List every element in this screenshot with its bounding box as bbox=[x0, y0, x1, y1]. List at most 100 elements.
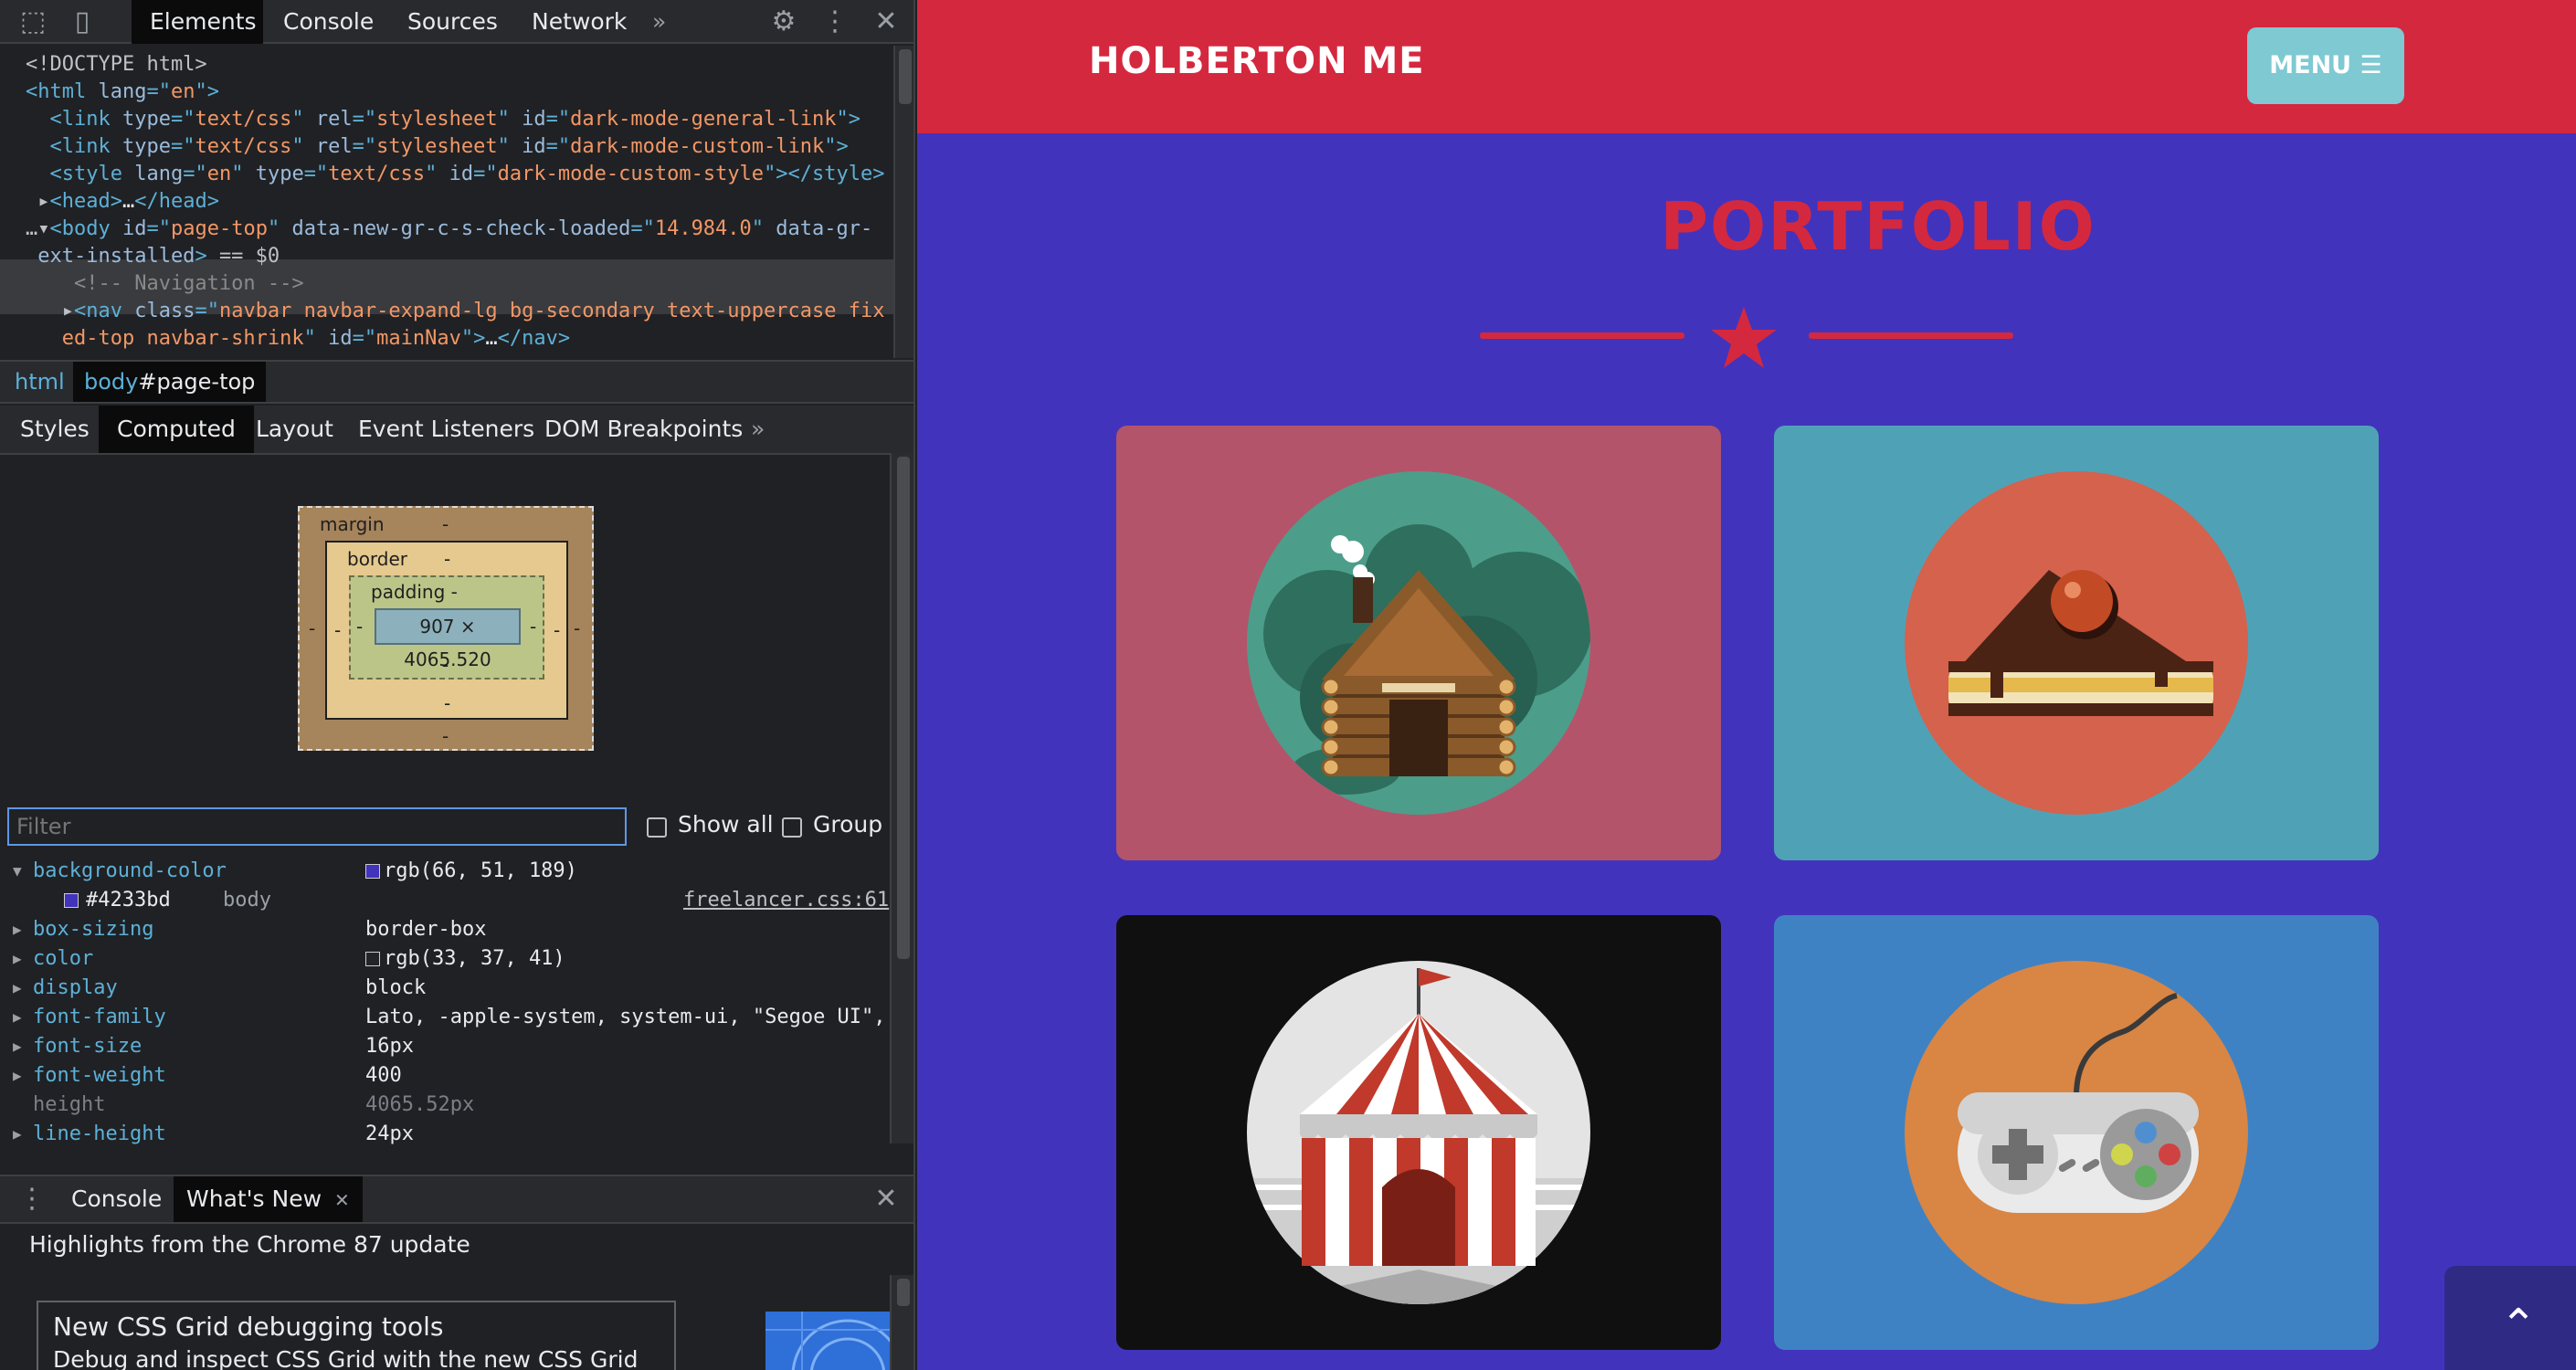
computed-property-row[interactable]: height 4065.52px bbox=[0, 1091, 893, 1120]
source-link[interactable]: freelancer.css:61 bbox=[683, 886, 889, 915]
filter-input[interactable] bbox=[7, 807, 627, 846]
expand-arrow-icon[interactable]: ▶ bbox=[13, 1032, 22, 1061]
tab-event-listeners[interactable]: Event Listeners bbox=[358, 406, 534, 453]
dom-tree-scrollbar[interactable] bbox=[893, 46, 913, 358]
breadcrumb-html[interactable]: html bbox=[15, 362, 65, 402]
computed-property-row[interactable]: ▶ line-height 24px bbox=[0, 1120, 893, 1149]
dom-tree[interactable]: <!DOCTYPE html> <html lang="en"> <link ty… bbox=[0, 46, 893, 356]
dom-node-line[interactable]: <link type="text/css" rel="stylesheet" i… bbox=[26, 106, 860, 133]
tab-styles[interactable]: Styles bbox=[20, 406, 90, 453]
tab-layout[interactable]: Layout bbox=[256, 406, 333, 453]
menu-button[interactable]: MENU ☰ bbox=[2247, 27, 2404, 104]
dom-node-line[interactable]: …▾<body id="page-top" data-new-gr-c-s-ch… bbox=[26, 216, 872, 243]
whats-new-card[interactable]: New CSS Grid debugging tools Debug and i… bbox=[37, 1301, 676, 1370]
expand-arrow-icon[interactable]: ▶ bbox=[13, 915, 22, 944]
dom-token: " bbox=[497, 135, 523, 158]
dom-token: <style bbox=[26, 163, 135, 185]
color-swatch[interactable] bbox=[64, 893, 79, 908]
dom-token: " bbox=[497, 108, 523, 131]
dom-token: navbar navbar-expand-lg bg-secondary tex… bbox=[218, 300, 885, 322]
expand-arrow-icon[interactable]: ▶ bbox=[13, 974, 22, 1003]
portfolio-item-circus[interactable] bbox=[1116, 915, 1721, 1350]
tab-elements[interactable]: Elements bbox=[132, 0, 263, 44]
drawer-menu-icon[interactable]: ⋮ bbox=[18, 1176, 46, 1222]
dom-token: text/css bbox=[195, 135, 292, 158]
drawer-tab-console[interactable]: Console bbox=[71, 1176, 162, 1222]
device-toolbar-icon[interactable]: ▯ bbox=[66, 0, 99, 44]
dom-node-line[interactable]: <html lang="en"> bbox=[26, 79, 219, 106]
dom-token: "> bbox=[836, 108, 861, 131]
computed-property-row[interactable]: ▼ background-color rgb(66, 51, 189) bbox=[0, 857, 893, 886]
color-swatch[interactable] bbox=[365, 864, 380, 879]
collapse-arrow-icon[interactable]: ▼ bbox=[13, 857, 22, 886]
tab-computed[interactable]: Computed bbox=[99, 406, 254, 453]
computed-property-row[interactable]: ▶ font-family Lato, -apple-system, system-… bbox=[0, 1003, 893, 1032]
dom-node-line[interactable]: <style lang="en" type="text/css" id="dar… bbox=[26, 161, 884, 188]
computed-property-row[interactable]: ▶ font-size 16px bbox=[0, 1032, 893, 1061]
more-sub-tabs-button[interactable]: » bbox=[751, 406, 765, 453]
computed-property-row[interactable]: ▶ font-weight 400 bbox=[0, 1061, 893, 1091]
dom-token: "> bbox=[195, 80, 219, 103]
close-icon[interactable]: ✕ bbox=[868, 0, 904, 44]
dom-token: " bbox=[291, 135, 316, 158]
computed-scrollbar[interactable] bbox=[890, 453, 913, 1143]
dom-node-line[interactable]: <!-- Masthead --> bbox=[26, 353, 280, 356]
dom-node-line[interactable]: ▸<head>…</head> bbox=[26, 188, 219, 216]
inspect-element-icon[interactable]: ⬚ bbox=[16, 0, 49, 44]
dom-token: text/css bbox=[195, 108, 292, 131]
expand-arrow-icon[interactable]: ▶ bbox=[13, 944, 22, 974]
breadcrumb-body[interactable]: body#page-top bbox=[73, 362, 267, 402]
portfolio-item-game[interactable] bbox=[1774, 915, 2379, 1350]
gear-icon[interactable]: ⚙ bbox=[765, 0, 802, 44]
tab-sources[interactable]: Sources bbox=[407, 0, 498, 44]
color-swatch[interactable] bbox=[365, 952, 380, 966]
close-drawer-icon[interactable]: ✕ bbox=[870, 1176, 903, 1222]
tab-console[interactable]: Console bbox=[283, 0, 374, 44]
box-model-border[interactable]: border - - - - padding - - - - 907 × 406… bbox=[325, 541, 568, 720]
dom-node-line[interactable]: <link type="text/css" rel="stylesheet" i… bbox=[26, 133, 848, 161]
property-value-text: rgb(66, 51, 189) bbox=[384, 859, 577, 882]
box-model-content[interactable]: 907 × 4065.520 bbox=[375, 608, 521, 670]
computed-property-row[interactable]: ▶ display block bbox=[0, 974, 893, 1003]
padding-label: padding - bbox=[371, 581, 458, 603]
computed-property-row[interactable]: ▶ color rgb(33, 37, 41) bbox=[0, 944, 893, 974]
dom-token: " bbox=[231, 163, 256, 185]
dom-token: … bbox=[485, 327, 498, 350]
property-trace-row[interactable]: #4233bd body freelancer.css:61 bbox=[0, 886, 893, 915]
scroll-to-top-button[interactable]: ⌃ bbox=[2444, 1266, 2576, 1370]
dom-token: =" bbox=[183, 163, 207, 185]
computed-property-row[interactable]: ▶ box-sizing border-box bbox=[0, 915, 893, 944]
property-value-text: 16px bbox=[365, 1035, 414, 1058]
dom-token: =" bbox=[473, 163, 498, 185]
portfolio-item-cake[interactable] bbox=[1774, 426, 2379, 860]
show-all-checkbox[interactable] bbox=[647, 817, 667, 838]
dom-node-line[interactable]: <!DOCTYPE html> bbox=[26, 51, 207, 79]
group-checkbox[interactable] bbox=[782, 817, 802, 838]
property-value-text: block bbox=[365, 976, 427, 999]
dom-token: == $0 bbox=[218, 245, 280, 268]
circus-tent-icon bbox=[1247, 961, 1590, 1304]
dom-node-line[interactable]: ed-top navbar-shrink" id="mainNav">…</na… bbox=[26, 325, 570, 353]
kebab-menu-icon[interactable]: ⋮ bbox=[818, 0, 851, 44]
box-model-padding[interactable]: padding - - - - 907 × 4065.520 bbox=[349, 575, 544, 680]
expand-arrow-icon[interactable]: ▶ bbox=[13, 1061, 22, 1091]
dom-node-line[interactable]: <!-- Navigation --> bbox=[26, 270, 304, 298]
dom-token: … bbox=[121, 190, 135, 213]
drawer-tab-whats-new-label: What's New bbox=[186, 1186, 322, 1212]
portfolio-item-cabin[interactable] bbox=[1116, 426, 1721, 860]
drawer-scrollbar[interactable] bbox=[890, 1275, 913, 1370]
dom-node-line[interactable]: ext-installed> == $0 bbox=[26, 243, 280, 270]
dom-node-line[interactable]: ▸<nav class="navbar navbar-expand-lg bg-… bbox=[26, 298, 885, 325]
drawer-tab-whats-new[interactable]: What's New ✕ bbox=[174, 1176, 363, 1222]
breadcrumb: html body#page-top bbox=[0, 360, 913, 404]
close-tab-icon[interactable]: ✕ bbox=[334, 1189, 350, 1211]
tab-network[interactable]: Network bbox=[532, 0, 627, 44]
expand-arrow-icon[interactable]: ▶ bbox=[13, 1120, 22, 1149]
brand-link[interactable]: HOLBERTON ME bbox=[1089, 40, 1425, 82]
group-label[interactable]: Group bbox=[813, 811, 882, 838]
expand-arrow-icon[interactable]: ▶ bbox=[13, 1003, 22, 1032]
show-all-label[interactable]: Show all bbox=[678, 811, 774, 838]
box-model-margin[interactable]: margin - - - - border - - - - padding - … bbox=[298, 506, 594, 751]
more-tabs-button[interactable]: » bbox=[652, 0, 666, 44]
tab-dom-breakpoints[interactable]: DOM Breakpoints bbox=[544, 406, 743, 453]
